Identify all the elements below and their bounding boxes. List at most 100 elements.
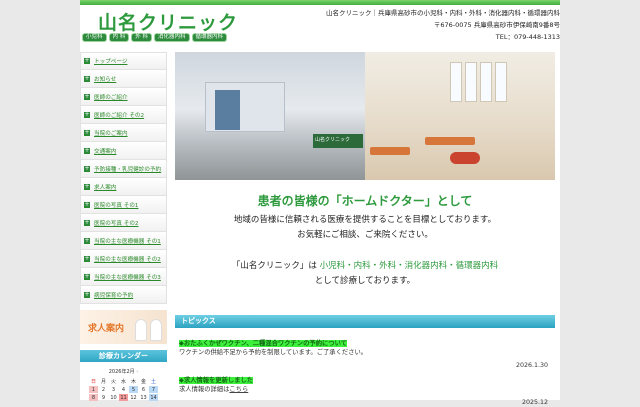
sidebar-item-label: 当院の主な医療機器 その3 bbox=[94, 274, 161, 281]
sidebar-item[interactable]: + 交通案内 bbox=[80, 142, 167, 160]
sidebar-item[interactable]: + 当院のご案内 bbox=[80, 124, 167, 142]
window bbox=[465, 62, 477, 102]
person-image bbox=[150, 319, 162, 341]
tag: 小児科 bbox=[82, 33, 107, 42]
tag: 外 科 bbox=[131, 33, 153, 42]
sidebar-item-label: 当院の主な医療機器 その1 bbox=[94, 238, 161, 245]
plus-icon: + bbox=[84, 290, 90, 298]
sidebar-item[interactable]: + 医師のご紹介 その2 bbox=[80, 106, 167, 124]
plus-icon: + bbox=[84, 128, 90, 136]
header-info: 山名クリニック｜兵庫県高砂市の小児科・内科・外科・消化器内科・循環器内科 〒67… bbox=[326, 7, 560, 43]
plus-icon: + bbox=[84, 200, 90, 208]
sidebar-item-label: 求人案内 bbox=[94, 184, 117, 191]
sidebar-item-label: 交通案内 bbox=[94, 148, 117, 155]
topic-item: ◆求人情報を更新しました 求人情報の詳細はこちら 2025.12 bbox=[175, 376, 560, 407]
window bbox=[450, 62, 462, 102]
sidebar-item-label: 病児保育の予約 bbox=[94, 292, 134, 299]
calendar-next-button[interactable]: › bbox=[136, 369, 138, 375]
departments-line: 「山名クリニック」は 小児科・内科・外科・消化器内科・循環器内科 bbox=[175, 259, 555, 274]
plus-icon: + bbox=[84, 218, 90, 226]
recruit-banner-label: 求人案内 bbox=[88, 323, 125, 334]
main-content: 山名クリニック 患者の皆様の「ホームドクター」として 地域の皆様に信頼される医療… bbox=[175, 52, 555, 289]
tag: 消化器内科 bbox=[154, 33, 190, 42]
sidebar-item[interactable]: + 当院の主な医療機器 その1 bbox=[80, 232, 167, 250]
clinic-sign: 山名クリニック bbox=[313, 134, 363, 148]
sidebar-item[interactable]: + 医院の写真 その1 bbox=[80, 196, 167, 214]
topic-title: ◆おたふくかぜワクチン、二種混合ワクチンの予約について bbox=[179, 340, 347, 347]
topic-body: ワクチンの供給不足から予約を制限しています。ご了承ください。 bbox=[179, 349, 368, 356]
sidebar-item-label: 当院のご案内 bbox=[94, 130, 128, 137]
calendar-weekday: 月 bbox=[100, 379, 106, 385]
plus-icon: + bbox=[84, 110, 90, 118]
calendar-weekday: 日 bbox=[90, 379, 96, 385]
tel: TEL：079-448-1313 bbox=[495, 33, 560, 41]
departments-line-end: として診療しております。 bbox=[314, 276, 416, 286]
sidebar-item[interactable]: + 医師のご紹介 bbox=[80, 88, 167, 106]
plus-icon: + bbox=[84, 92, 90, 100]
address: 〒676-0075 兵庫県高砂市伊保崎南9番8号 bbox=[433, 21, 560, 29]
recruit-banner[interactable]: 求人案内 bbox=[80, 310, 167, 344]
calendar-weekday: 火 bbox=[110, 379, 116, 385]
sidebar-item-label: トップページ bbox=[94, 59, 128, 65]
info-line: 山名クリニック｜兵庫県高砂市の小児科・内科・外科・消化器内科・循環器内科 bbox=[326, 9, 560, 17]
sidebar-item-label: 当院の主な医療機器 その2 bbox=[94, 256, 161, 263]
tag: 内 科 bbox=[108, 33, 130, 42]
clinic-exterior-photo: 山名クリニック bbox=[175, 52, 365, 180]
sidebar-item[interactable]: + 当院の主な医療機器 その2 bbox=[80, 250, 167, 268]
sidebar-menu: + トップページ + お知らせ + 医師のご紹介 + 医師のご紹介 その2 + 当院のご案内 + 交通… bbox=[80, 52, 167, 304]
sidebar: + トップページ + お知らせ + 医師のご紹介 + 医師のご紹介 その2 + 当院のご案内 + 交通… bbox=[80, 52, 167, 402]
calendar-day: 7 bbox=[149, 386, 158, 393]
sofa bbox=[450, 152, 480, 164]
calendar-weekday: 金 bbox=[140, 379, 146, 385]
topics-heading: トピックス bbox=[175, 315, 555, 328]
sidebar-item[interactable]: + 当院の主な医療機器 その3 bbox=[80, 268, 167, 286]
sidebar-item-label: 医院の写真 その2 bbox=[94, 220, 139, 227]
sidebar-item[interactable]: + お知らせ bbox=[80, 70, 167, 88]
hero-images: 山名クリニック bbox=[175, 52, 555, 180]
clinic-logo[interactable]: 山名クリニック bbox=[98, 8, 238, 35]
calendar-heading: 診療カレンダー bbox=[80, 350, 167, 362]
topic-title: ◆求人情報を更新しました bbox=[179, 377, 254, 384]
sidebar-item-label: 医師のご紹介 その2 bbox=[94, 112, 145, 119]
sidebar-item[interactable]: + トップページ bbox=[80, 52, 167, 70]
sidebar-item[interactable]: + 予防接種・乳児健診の予約 bbox=[80, 160, 167, 178]
bench bbox=[425, 137, 475, 145]
intro-line: 地域の皆様に信頼される医療を提供することを目標としております。 bbox=[233, 215, 497, 225]
department-tags: 小児科 内 科 外 科 消化器内科 循環器内科 bbox=[82, 33, 228, 42]
waiting-room-photo bbox=[365, 52, 555, 180]
sidebar-item-label: 医院の写真 その1 bbox=[94, 202, 139, 209]
bench bbox=[370, 147, 410, 155]
window bbox=[480, 62, 492, 102]
page: 山名クリニック 小児科 内 科 外 科 消化器内科 循環器内科 山名クリニック｜… bbox=[80, 0, 560, 406]
plus-icon: + bbox=[84, 57, 90, 64]
calendar-day: 2 bbox=[101, 386, 106, 393]
calendar-weekday: 木 bbox=[130, 379, 136, 385]
plus-icon: + bbox=[84, 236, 90, 244]
tag: 循環器内科 bbox=[191, 33, 228, 42]
calendar-day: 6 bbox=[141, 386, 146, 393]
sidebar-item[interactable]: + 求人案内 bbox=[80, 178, 167, 196]
calendar-day: 1 bbox=[89, 386, 98, 393]
main-heading: 患者の皆様の「ホームドクター」として bbox=[257, 194, 473, 208]
topic-date: 2025.12 bbox=[521, 399, 548, 406]
sidebar-item-label: お知らせ bbox=[94, 76, 117, 83]
building-glass bbox=[215, 90, 240, 130]
sidebar-item-label: 予防接種・乳児健診の予約 bbox=[94, 166, 162, 173]
plus-icon: + bbox=[84, 164, 90, 172]
sidebar-item[interactable]: + 病児保育の予約 bbox=[80, 286, 167, 304]
person-image bbox=[135, 319, 147, 341]
window bbox=[495, 62, 507, 102]
calendar-row: 1234567 bbox=[89, 386, 158, 393]
topic-link[interactable]: こちら bbox=[229, 386, 248, 393]
plus-icon: + bbox=[84, 74, 90, 82]
topics-section: トピックス ◆おたふくかぜワクチン、二種混合ワクチンの予約について ワクチンの供… bbox=[175, 315, 560, 407]
calendar-day: 4 bbox=[121, 386, 126, 393]
plus-icon: + bbox=[84, 272, 90, 280]
top-bar bbox=[80, 0, 560, 5]
sidebar-item[interactable]: + 医院の写真 その2 bbox=[80, 214, 167, 232]
calendar: 2026年2月 › 日月火水木金土 1 2 3 4 5 6 7 8 9 10 11 12 13 14 bbox=[80, 368, 167, 402]
topic-item: ◆おたふくかぜワクチン、二種混合ワクチンの予約について ワクチンの供給不足から予… bbox=[175, 339, 560, 370]
calendar-weekday: 水 bbox=[120, 379, 126, 385]
departments-text: 小児科・内科・外科・消化器内科・循環器内科 bbox=[319, 261, 499, 271]
calendar-day: 3 bbox=[111, 386, 116, 393]
